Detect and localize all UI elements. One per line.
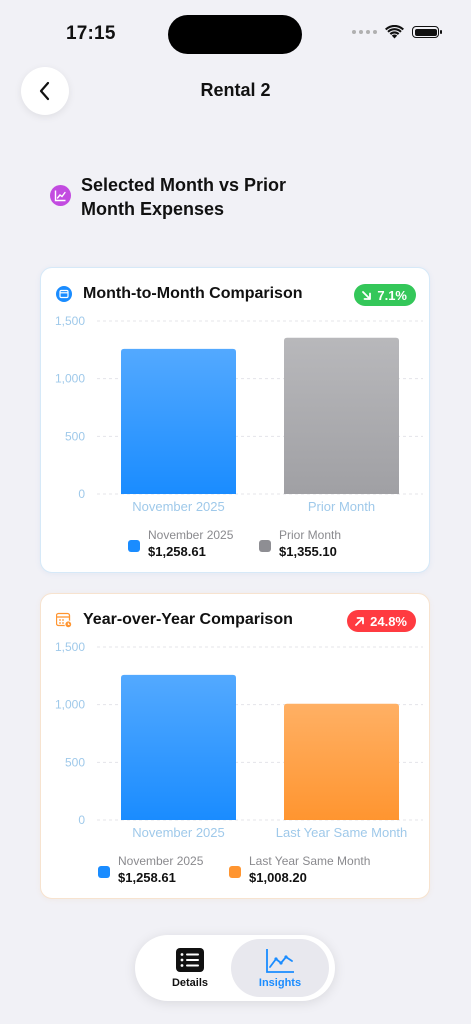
status-indicators (352, 25, 442, 39)
legend-swatch (259, 540, 271, 552)
y-tick-label: 500 (65, 429, 85, 443)
page-title: Rental 2 (200, 80, 271, 100)
y-tick-label: 500 (65, 755, 85, 769)
legend-swatch (128, 540, 140, 552)
legend-label: Prior Month (279, 528, 342, 542)
dynamic-island (168, 15, 302, 54)
legend-value: $1,258.61 (118, 870, 176, 885)
month-to-month-card: Month-to-Month Comparison 7.1% 0 500 1,000… (40, 267, 430, 573)
legend-item: November 2025 $1,258.61 (98, 854, 203, 886)
bar-yoy-1[interactable] (284, 703, 399, 820)
list-icon (176, 948, 204, 972)
y-tick-label: 0 (78, 487, 85, 501)
legend-label: Last Year Same Month (249, 854, 371, 868)
legend-swatch (229, 866, 241, 878)
y-tick-label: 0 (78, 813, 85, 827)
legend-label: November 2025 (118, 854, 204, 868)
tab-insights[interactable]: Insights (231, 939, 329, 997)
legend-value: $1,355.10 (279, 544, 337, 559)
x-category-label: Last Year Same Month (276, 825, 408, 840)
legend-item: Last Year Same Month $1,008.20 (229, 854, 370, 886)
line-chart-icon (266, 949, 294, 973)
x-category-label: November 2025 (132, 825, 225, 840)
bar-mom-0[interactable] (121, 348, 236, 494)
legend-value: $1,008.20 (249, 870, 307, 885)
y-tick-label: 1,000 (55, 372, 85, 386)
legend-item: Prior Month $1,355.10 (259, 528, 341, 560)
tab-bar: Details Insights (135, 935, 335, 1001)
x-category-label: November 2025 (132, 499, 225, 514)
trend-chart-icon (50, 185, 71, 206)
y-tick-label: 1,500 (55, 640, 85, 654)
status-time: 17:15 (66, 23, 116, 44)
signal-icon (352, 30, 377, 34)
tab-label: Details (171, 977, 209, 989)
battery-icon (412, 26, 442, 38)
wifi-icon (385, 25, 404, 39)
bar-yoy-0[interactable] (121, 674, 236, 820)
month-to-month-chart: 0 500 1,000 1,500 November 2025 Prior Month (55, 314, 423, 514)
x-category-label: Prior Month (308, 499, 375, 514)
y-tick-label: 1,500 (55, 314, 85, 328)
legend-swatch (98, 866, 110, 878)
section-title: Selected Month vs Prior Month Expenses (81, 175, 287, 219)
y-tick-label: 1,000 (55, 698, 85, 712)
tab-label: Insights (258, 977, 302, 989)
legend-value: $1,258.61 (148, 544, 206, 559)
tab-details[interactable]: Details (141, 939, 239, 997)
bar-mom-1[interactable] (284, 337, 399, 494)
legend-label: November 2025 (148, 528, 234, 542)
year-over-year-card: Year-over-Year Comparison 24.8% 0 500 1,00… (40, 593, 430, 899)
legend-item: November 2025 $1,258.61 (128, 528, 233, 560)
